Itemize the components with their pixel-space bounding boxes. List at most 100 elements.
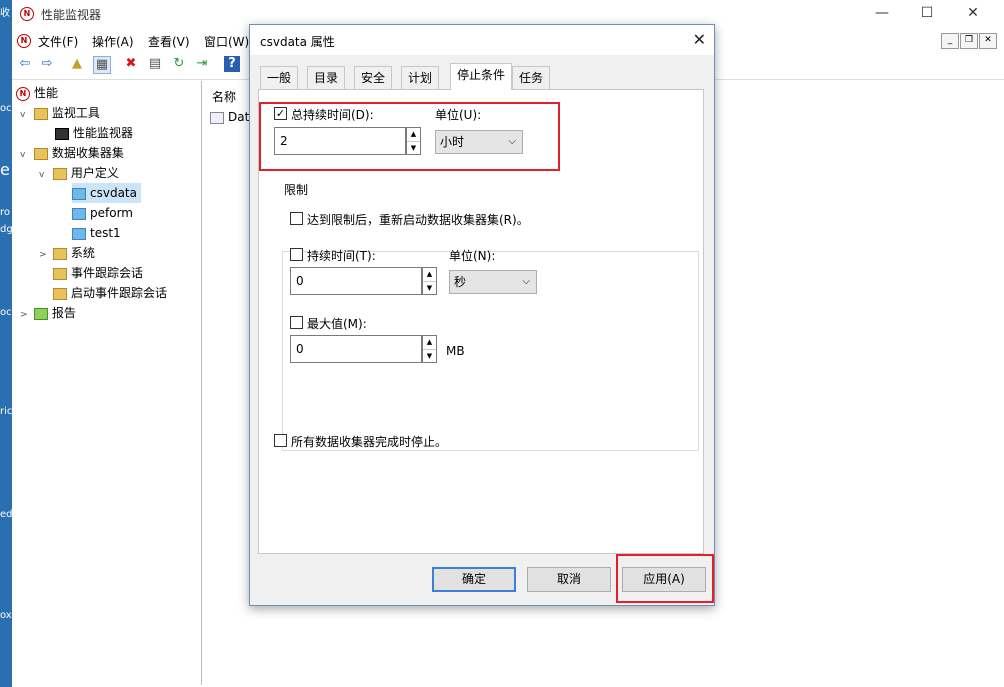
duration-checkbox[interactable] [290,248,303,261]
desktop-icon-label: oc [0,307,12,318]
properties-icon[interactable]: ▤ [147,56,163,72]
mdi-restore-icon[interactable]: ❐ [960,33,978,49]
max-size-input[interactable]: 0 [290,335,422,363]
tree-node-system[interactable]: > 系统 [39,243,95,263]
tree-node-user-defined[interactable]: v 用户定义 [39,163,119,183]
tree-node-label: 性能监视器 [73,126,134,140]
desktop-icon-label: ro [0,207,11,218]
tree-node-event-trace-sessions[interactable]: 事件跟踪会话 [53,263,143,283]
ok-button[interactable]: 确定 [432,567,516,592]
refresh-icon[interactable]: ↻ [171,56,187,72]
folder-icon [53,287,67,300]
tree-node-data-collector-sets[interactable]: v 数据收集器集 [20,143,124,163]
duration-spinner[interactable]: ▲ ▼ [422,267,437,295]
desktop-icon-label: dg [0,224,12,235]
tree-node-performance-monitor[interactable]: 性能监视器 [55,123,133,143]
up-folder-icon[interactable]: ▲ [69,56,85,72]
mdi-minimize-icon[interactable]: _ [941,33,959,49]
tree-node-label: peform [90,206,133,220]
maximize-icon[interactable]: ☐ [917,4,937,22]
tree-node-startup-event-trace-sessions[interactable]: 启动事件跟踪会话 [53,283,167,303]
menu-view[interactable]: 查看(V) [148,33,190,50]
highlight-apply-box [616,554,714,603]
report-folder-icon [33,307,48,320]
desktop-icon-label: ed [0,509,12,520]
tree-node-performance[interactable]: N 性能 [16,83,58,103]
console-tree: N 性能 v 监视工具 性能监视器 v 数据收集器集 v 用户定义 csvdata… [12,81,202,685]
help-icon[interactable]: ? [224,56,240,72]
folder-icon [33,107,48,120]
tree-node-label: csvdata [90,186,137,200]
back-arrow-icon[interactable]: ⇦ [17,56,33,72]
tree-node-label: 用户定义 [70,166,119,180]
export-icon[interactable]: ⇥ [194,56,210,72]
expander-icon[interactable]: > [39,245,49,265]
column-header-name[interactable]: 名称 [212,88,236,105]
dialog-close-icon[interactable]: ✕ [693,30,706,49]
spin-up-icon[interactable]: ▲ [423,268,436,282]
show-hide-tree-icon[interactable]: ▦ [93,56,111,74]
max-size-unit: MB [446,344,465,358]
tab-security[interactable]: 安全 [354,66,393,89]
tab-stop-condition[interactable]: 停止条件 [450,63,513,90]
performance-icon: N [16,86,30,101]
window-title: 性能监视器 [41,8,102,22]
tab-general[interactable]: 一般 [260,66,299,89]
duration-label: 持续时间(T): [307,249,376,263]
folder-icon [52,167,67,180]
duration-unit-select[interactable]: 秒 ⌵ [449,270,537,294]
menu-window[interactable]: 窗口(W) [204,33,249,50]
spin-down-icon[interactable]: ▼ [423,282,436,295]
collector-icon [72,187,86,200]
expander-icon[interactable]: v [20,105,30,125]
forward-arrow-icon[interactable]: ⇨ [39,56,55,72]
tab-schedule[interactable]: 计划 [401,66,440,89]
tree-node-peform[interactable]: peform [72,203,133,223]
menu-action[interactable]: 操作(A) [92,33,134,50]
tree-node-csvdata[interactable]: csvdata [72,183,141,203]
desktop-icon-label: e [0,160,10,178]
menu-file[interactable]: 文件(F) [38,33,78,50]
tab-directory[interactable]: 目录 [307,66,346,89]
mdi-close-icon[interactable]: ✕ [979,33,997,49]
dialog-title-bar: csvdata 属性 ✕ [250,25,714,55]
tree-node-label: 性能 [34,86,59,100]
app-icon: N [20,7,34,21]
desktop-background: 收 oc e ro dg oc ric ed ox [0,0,12,687]
max-size-label: 最大值(M): [307,317,367,331]
cancel-button[interactable]: 取消 [527,567,611,592]
stop-all-label: 所有数据收集器完成时停止。 [291,435,448,449]
max-size-spinner[interactable]: ▲ ▼ [422,335,437,363]
tree-node-test1[interactable]: test1 [72,223,121,243]
close-icon[interactable]: ✕ [963,4,983,22]
collector-icon [72,227,86,240]
desktop-icon-label: 收 [0,8,10,19]
tree-node-label: 系统 [70,246,95,260]
expander-icon[interactable]: v [39,165,49,185]
collector-icon [72,207,86,220]
tree-node-label: 事件跟踪会话 [71,266,144,280]
tab-task[interactable]: 任务 [512,66,551,89]
tree-node-label: 数据收集器集 [51,146,124,160]
minimize-icon[interactable]: — [872,4,892,22]
delete-icon[interactable]: ✖ [123,56,139,72]
expander-icon[interactable]: > [20,305,30,325]
restart-checkbox[interactable] [290,212,303,225]
duration-input[interactable]: 0 [290,267,422,295]
tree-node-label: 监视工具 [51,106,100,120]
expander-icon[interactable]: v [20,145,30,165]
max-size-checkbox[interactable] [290,316,303,329]
limits-group-label: 限制 [284,181,312,198]
tree-node-monitoring-tools[interactable]: v 监视工具 [20,103,100,123]
stop-all-checkbox[interactable] [274,434,287,447]
mmc-icon[interactable]: N [17,34,31,48]
desktop-icon-label: ox [0,610,12,621]
dialog-title: csvdata 属性 [260,35,335,49]
tree-node-reports[interactable]: > 报告 [20,303,76,323]
spin-up-icon[interactable]: ▲ [423,336,436,350]
folder-icon [52,247,67,260]
folder-icon [53,267,67,280]
chevron-down-icon: ⌵ [522,276,530,287]
desktop-icon-label: oc [0,103,12,114]
spin-down-icon[interactable]: ▼ [423,350,436,363]
